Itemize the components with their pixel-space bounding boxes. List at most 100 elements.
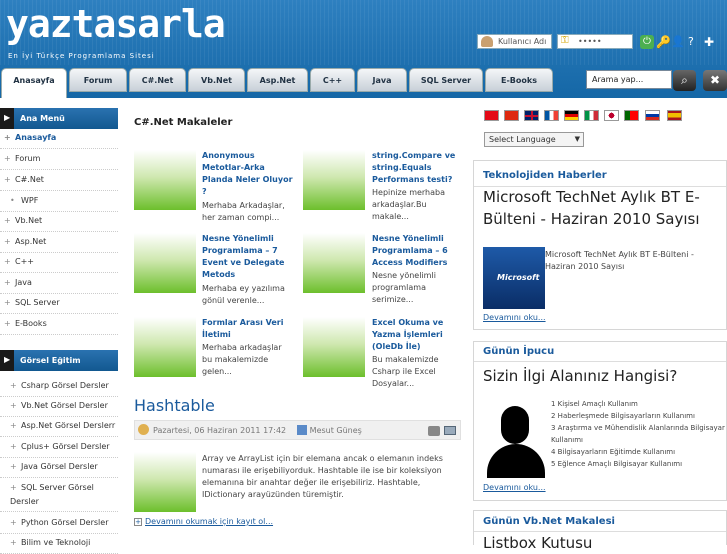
article-title[interactable]: Excel Okuma ve Yazma İşlemleri (OleDb İl…	[372, 317, 464, 353]
tools-icon[interactable]: ✖	[703, 70, 727, 91]
tab-aspnet[interactable]: Asp.Net	[247, 68, 308, 92]
tip-list: 1 Kişisel Amaçlı Kullanım 2 Haberleşmede…	[551, 398, 727, 470]
article-title[interactable]: Nesne Yönelimli Programlama – 6 Access M…	[372, 233, 464, 269]
register-icon[interactable]: ✚	[704, 35, 718, 49]
sidebar-item-java[interactable]: + Java	[0, 273, 118, 294]
article-title[interactable]: Anonymous Metotlar-Arka Planda Neler Olu…	[202, 150, 294, 198]
email-icon[interactable]	[444, 426, 456, 435]
tab-sqlserver[interactable]: SQL Server	[409, 68, 483, 92]
sidebar-item-java-video[interactable]: + Java Görsel Dersler	[0, 457, 118, 478]
sidebar-item-label: C#.Net	[15, 175, 44, 184]
news-heading: Teknolojiden Haberler	[483, 170, 607, 181]
tab-vbnet[interactable]: Vb.Net	[188, 68, 245, 92]
sidebar-item-forum[interactable]: + Forum	[0, 149, 118, 170]
tab-anasayfa[interactable]: Anasayfa	[1, 68, 67, 98]
plus-icon: +	[4, 298, 11, 307]
author-icon	[296, 425, 307, 435]
news-panel: Teknolojiden Haberler Microsoft TechNet …	[473, 160, 727, 330]
sidebar-item-wpf[interactable]: • WPF	[0, 191, 118, 212]
read-more-label: Devamını okumak için kayıt ol...	[145, 517, 274, 526]
visual-training-heading: ▶ Görsel Eğitim	[0, 350, 118, 371]
flag-fr-icon[interactable]	[544, 110, 559, 121]
article-title[interactable]: Formlar Arası Veri İletimi	[202, 317, 294, 341]
tab-csharp[interactable]: C#.Net	[129, 68, 186, 92]
flag-tr-icon[interactable]	[484, 110, 499, 121]
silhouette-image	[483, 400, 548, 478]
flag-jp-icon[interactable]	[604, 110, 619, 121]
flag-it-icon[interactable]	[584, 110, 599, 121]
read-more-link[interactable]: + Devamını okumak için kayıt ol...	[134, 517, 273, 526]
forgot-username-icon[interactable]: 👤	[671, 35, 685, 49]
search-icon[interactable]: ⌕	[673, 70, 696, 91]
post-date: Pazartesi, 06 Haziran 2011 17:42	[153, 426, 287, 435]
tip-item: 2 Haberleşmede Bilgisayarların Kullanımı	[551, 412, 695, 420]
sidebar-item-vbnet[interactable]: + Vb.Net	[0, 211, 118, 232]
sidebar-item-cplus[interactable]: + C++	[0, 252, 118, 273]
sidebar-item-anasayfa[interactable]: + Anasayfa	[0, 128, 118, 149]
sidebar-item-ebooks[interactable]: + E-Books	[0, 314, 118, 335]
sidebar-item-cplus-video[interactable]: + Cplus+ Görsel Dersler	[0, 437, 118, 458]
article-title[interactable]: Nesne Yönelimli Programlama – 7 Event ve…	[202, 233, 294, 281]
flag-pt-icon[interactable]	[624, 110, 639, 121]
tip-title[interactable]: Sizin İlgi Alanınız Hangisi?	[483, 365, 677, 387]
sidebar-item-label: Asp.Net	[15, 237, 47, 246]
forgot-password-icon[interactable]: 🔑	[656, 35, 671, 49]
silhouette-head-icon	[501, 406, 529, 444]
sidebar-item-label: WPF	[21, 196, 39, 205]
language-select[interactable]: Select Language ▼	[484, 132, 584, 147]
post-title[interactable]: Hashtable	[134, 396, 215, 415]
tab-forum[interactable]: Forum	[69, 68, 127, 92]
print-icon[interactable]	[428, 426, 440, 436]
password-field[interactable]: ⚿ •••••	[557, 34, 633, 49]
sidebar-item-vbnet-video[interactable]: + Vb.Net Görsel Dersler	[0, 396, 118, 417]
plus-icon: +	[4, 133, 11, 142]
vb-heading: Günün Vb.Net Makalesi	[483, 516, 615, 527]
tip-read-more[interactable]: Devamını oku...	[483, 483, 546, 492]
search-input[interactable]: Arama yap...	[586, 70, 672, 89]
expand-icon: +	[134, 518, 142, 526]
sidebar-item-csharp[interactable]: + C#.Net	[0, 170, 118, 191]
article-thumbnail[interactable]	[134, 150, 196, 210]
article-thumbnail[interactable]	[134, 233, 196, 293]
sidebar-item-label: Asp.Net Görsel Derslerr	[21, 421, 116, 430]
site-logo[interactable]: yaztasarla	[6, 2, 226, 46]
tab-ebooks[interactable]: E-Books	[485, 68, 553, 92]
sidebar-item-science[interactable]: + Bilim ve Teknoloji	[0, 533, 118, 554]
sidebar-item-aspnet[interactable]: + Asp.Net	[0, 232, 118, 253]
sidebar-item-sqlserver[interactable]: + SQL Server	[0, 293, 118, 314]
flag-de-icon[interactable]	[564, 110, 579, 121]
username-placeholder: Kullanıcı Adı	[498, 37, 547, 46]
flag-gb-icon[interactable]	[524, 110, 539, 121]
sidebar-item-python-video[interactable]: + Python Görsel Dersler	[0, 513, 118, 534]
flag-es-icon[interactable]	[667, 110, 682, 121]
user-icon	[481, 36, 493, 47]
flag-cn-icon[interactable]	[504, 110, 519, 121]
sidebar-item-aspnet-video[interactable]: + Asp.Net Görsel Derslerr	[0, 416, 118, 437]
article-thumbnail[interactable]	[134, 317, 196, 377]
plus-icon: +	[4, 319, 11, 328]
article-thumbnail[interactable]	[303, 150, 365, 210]
sidebar-item-csharp-video[interactable]: + Csharp Görsel Dersler	[0, 376, 118, 397]
site-slogan: En İyi Türkçe Programlama Sitesi	[8, 52, 155, 60]
article-thumbnail[interactable]	[303, 233, 365, 293]
language-select-value: Select Language	[489, 135, 556, 144]
help-icon[interactable]: ?	[688, 35, 702, 49]
login-icon[interactable]: ⏻	[640, 35, 654, 49]
username-field[interactable]: Kullanıcı Adı	[477, 34, 552, 49]
sidebar-item-label: Forum	[15, 154, 41, 163]
tab-cplus[interactable]: C++	[310, 68, 355, 92]
plus-icon: +	[10, 538, 17, 547]
flag-ru-icon[interactable]	[645, 110, 660, 121]
tab-java[interactable]: Java	[357, 68, 407, 92]
sidebar-item-sql-video[interactable]: + SQL Server Görsel Dersler	[0, 479, 118, 512]
arrow-right-icon: ▶	[0, 108, 14, 129]
sidebar-item-label: Csharp Görsel Dersler	[21, 381, 109, 390]
news-title[interactable]: Microsoft TechNet Aylık BT E-Bülteni - H…	[483, 186, 723, 230]
news-read-more[interactable]: Devamını oku...	[483, 313, 546, 322]
sidebar-item-label: E-Books	[15, 319, 47, 328]
article-thumbnail[interactable]	[303, 317, 365, 377]
vb-title[interactable]: Listbox Kutusu	[483, 532, 592, 554]
sidebar-item-label: Bilim ve Teknoloji	[21, 538, 91, 547]
article-title[interactable]: string.Compare ve string.Equals Performa…	[372, 150, 464, 186]
divider	[474, 361, 726, 362]
